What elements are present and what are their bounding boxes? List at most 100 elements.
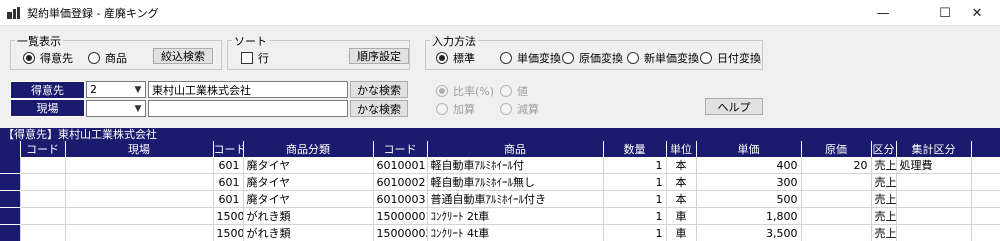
customer-code-combo[interactable]: 2 ▼ xyxy=(86,81,146,98)
calc-add-radio[interactable]: 加算 xyxy=(436,101,475,117)
column-header[interactable]: 備考 xyxy=(971,141,1000,157)
grid-cell[interactable]: ｺﾝｸﾘｰﾄ 4t車 xyxy=(427,224,604,241)
input-method-standard-radio[interactable]: 標準 xyxy=(436,50,475,66)
grid-cell[interactable]: 車 xyxy=(666,207,697,225)
grid-cell[interactable] xyxy=(971,190,1000,208)
close-button[interactable]: ✕ xyxy=(954,0,1000,26)
grid-cell[interactable]: 300 xyxy=(696,173,802,191)
grid-cell[interactable] xyxy=(65,207,214,225)
input-method-date-radio[interactable]: 日付変換 xyxy=(700,50,761,66)
list-display-customer-radio[interactable]: 得意先 xyxy=(23,50,73,66)
row-selector[interactable] xyxy=(0,157,21,174)
chevron-down-icon[interactable]: ▼ xyxy=(131,85,145,95)
order-settings-button[interactable]: 順序設定 xyxy=(349,48,409,64)
calc-subtract-radio[interactable]: 減算 xyxy=(500,101,539,117)
grid-cell[interactable]: 1 xyxy=(603,173,667,191)
minimize-button[interactable]: — xyxy=(860,0,906,26)
grid-cell[interactable]: 売上 xyxy=(871,207,897,225)
grid-cell[interactable]: 本 xyxy=(666,173,697,191)
grid-cell[interactable]: 軽自動車ｱﾙﾐﾎｲｰﾙ無し xyxy=(427,173,604,191)
grid-cell[interactable]: 1 xyxy=(603,157,667,174)
grid-cell[interactable] xyxy=(65,190,214,208)
row-selector[interactable] xyxy=(0,190,21,208)
grid-cell[interactable]: 売上 xyxy=(871,190,897,208)
grid-cell[interactable] xyxy=(20,190,66,208)
help-button[interactable]: ヘルプ xyxy=(705,98,763,115)
grid-cell[interactable]: 1 xyxy=(603,224,667,241)
column-header[interactable]: 単位 xyxy=(666,141,697,157)
grid-cell[interactable]: 1 xyxy=(603,207,667,225)
grid-cell[interactable] xyxy=(20,157,66,174)
grid-cell[interactable] xyxy=(65,173,214,191)
column-header[interactable]: 単価 xyxy=(696,141,802,157)
row-selector[interactable] xyxy=(0,224,21,241)
grid-cell[interactable] xyxy=(20,207,66,225)
row-selector[interactable] xyxy=(0,173,21,191)
grid-cell[interactable]: 1 xyxy=(603,190,667,208)
column-header[interactable]: 商品分類 xyxy=(243,141,374,157)
table-row[interactable]: 601 廃タイヤ 6010003 普通自動車ｱﾙﾐﾎｲｰﾙ付き 1 本 500 売上 xyxy=(0,190,1000,208)
grid-cell[interactable]: 601 xyxy=(213,190,244,208)
filter-search-button[interactable]: 絞込検索 xyxy=(153,48,213,64)
grid-cell[interactable]: 売上 xyxy=(871,173,897,191)
grid-cell[interactable]: がれき類 xyxy=(243,207,374,225)
grid-cell[interactable] xyxy=(896,224,972,241)
column-header[interactable]: 現場 xyxy=(65,141,214,157)
grid-cell[interactable] xyxy=(896,190,972,208)
column-header[interactable]: 区分 xyxy=(871,141,897,157)
grid-cell[interactable] xyxy=(65,224,214,241)
grid-cell[interactable]: 廃タイヤ xyxy=(243,173,374,191)
column-header[interactable]: 数量 xyxy=(603,141,667,157)
grid-cell[interactable] xyxy=(971,173,1000,191)
grid-cell[interactable] xyxy=(971,224,1000,241)
input-method-unit-price-radio[interactable]: 単価変換 xyxy=(500,50,561,66)
grid-cell[interactable] xyxy=(971,157,1000,174)
site-kana-search-button[interactable]: かな検索 xyxy=(350,100,408,117)
grid-cell[interactable]: 6010002 xyxy=(373,173,428,191)
site-code-combo[interactable]: ▼ xyxy=(86,100,146,117)
grid-cell[interactable] xyxy=(971,207,1000,225)
sort-row-checkbox[interactable]: 行 xyxy=(241,50,269,66)
row-selector[interactable] xyxy=(0,207,21,225)
column-header[interactable]: コード xyxy=(20,141,66,157)
grid-cell[interactable] xyxy=(801,224,872,241)
grid-cell[interactable]: 普通自動車ｱﾙﾐﾎｲｰﾙ付き xyxy=(427,190,604,208)
grid-cell[interactable]: 1500 xyxy=(213,224,244,241)
column-header[interactable]: 原価 xyxy=(801,141,872,157)
grid-cell[interactable] xyxy=(20,173,66,191)
calc-ratio-radio[interactable]: 比率(%) xyxy=(436,83,494,99)
grid-cell[interactable]: 601 xyxy=(213,173,244,191)
grid-cell[interactable] xyxy=(896,207,972,225)
grid-cell[interactable] xyxy=(65,157,214,174)
grid-cell[interactable]: 500 xyxy=(696,190,802,208)
grid-cell[interactable]: 400 xyxy=(696,157,802,174)
grid-cell[interactable]: 3,500 xyxy=(696,224,802,241)
grid-cell[interactable]: 車 xyxy=(666,224,697,241)
input-method-cost-radio[interactable]: 原価変換 xyxy=(562,50,623,66)
grid-cell[interactable]: 1,800 xyxy=(696,207,802,225)
grid-cell[interactable]: がれき類 xyxy=(243,224,374,241)
grid-cell[interactable] xyxy=(801,173,872,191)
grid-cell[interactable]: 売上 xyxy=(871,157,897,174)
grid-cell[interactable]: 廃タイヤ xyxy=(243,157,374,174)
chevron-down-icon[interactable]: ▼ xyxy=(131,104,145,114)
grid-cell[interactable]: 本 xyxy=(666,190,697,208)
grid-cell[interactable] xyxy=(801,207,872,225)
customer-kana-search-button[interactable]: かな検索 xyxy=(350,81,408,98)
grid-cell[interactable]: 6010003 xyxy=(373,190,428,208)
grid-cell[interactable]: 売上 xyxy=(871,224,897,241)
grid-cell[interactable]: 処理費 xyxy=(896,157,972,174)
grid-cell[interactable]: 6010001 xyxy=(373,157,428,174)
calc-value-radio[interactable]: 値 xyxy=(500,83,528,99)
grid-cell[interactable]: 軽自動車ｱﾙﾐﾎｲｰﾙ付 xyxy=(427,157,604,174)
grid-cell[interactable]: 601 xyxy=(213,157,244,174)
grid-cell[interactable]: 15000002 xyxy=(373,224,428,241)
table-row[interactable]: 601 廃タイヤ 6010001 軽自動車ｱﾙﾐﾎｲｰﾙ付 1 本 400 20 売上 処理費 xyxy=(0,157,1000,174)
input-method-new-unit-price-radio[interactable]: 新単価変換 xyxy=(627,50,699,66)
column-header[interactable]: コード xyxy=(213,141,244,157)
column-header[interactable]: 商品 xyxy=(427,141,604,157)
table-row[interactable]: 601 廃タイヤ 6010002 軽自動車ｱﾙﾐﾎｲｰﾙ無し 1 本 300 売上 xyxy=(0,173,1000,191)
grid-cell[interactable]: 本 xyxy=(666,157,697,174)
grid-cell[interactable]: 廃タイヤ xyxy=(243,190,374,208)
grid-cell[interactable]: 1500 xyxy=(213,207,244,225)
